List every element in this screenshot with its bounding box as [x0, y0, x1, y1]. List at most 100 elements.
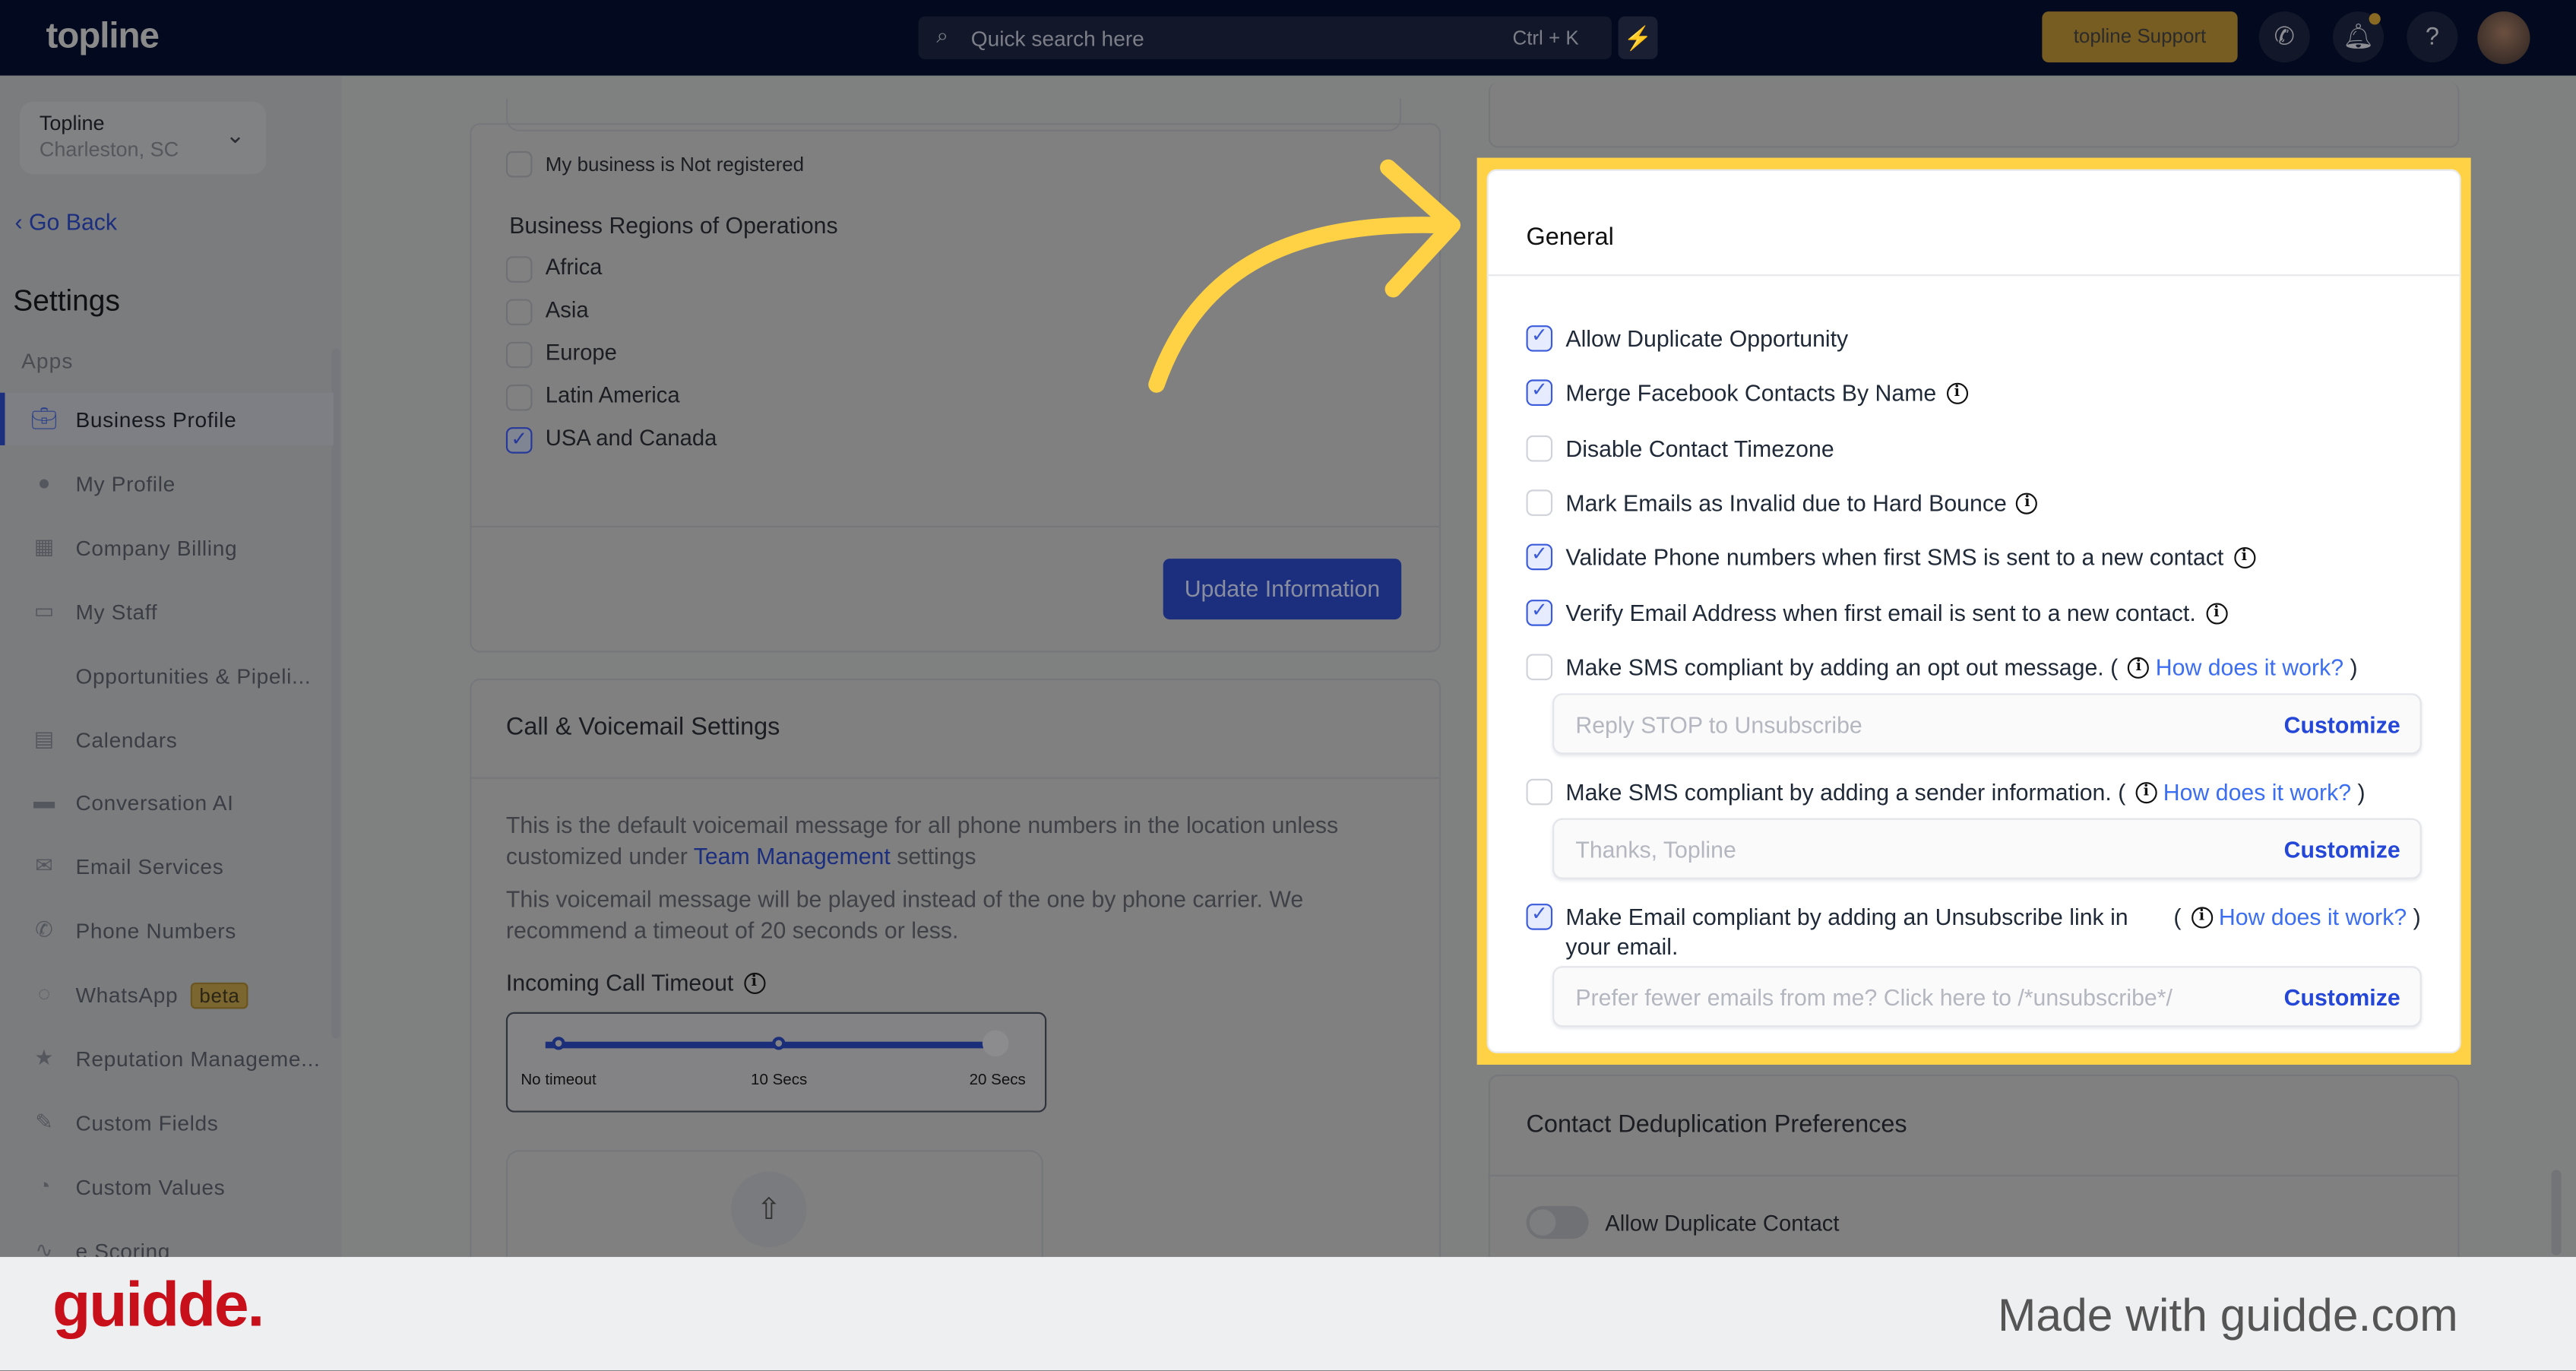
- team-management-link[interactable]: Team Management: [694, 842, 891, 869]
- sidebar-item-label: Calendars: [75, 727, 177, 752]
- region-checkbox[interactable]: [505, 384, 533, 411]
- lightning-icon[interactable]: ⚡: [1618, 16, 1658, 59]
- voicemail-recommendation: This voicemail message will be played in…: [505, 885, 1304, 942]
- info-icon[interactable]: i: [2016, 492, 2038, 515]
- option-label: Mark Emails as Invalid due to Hard Bounc…: [1565, 489, 2007, 516]
- tick-label: 10 Secs: [751, 1071, 808, 1090]
- update-information-button[interactable]: Update Information: [1163, 559, 1402, 620]
- sidebar-item-label: Business Profile: [75, 407, 236, 432]
- info-icon[interactable]: i: [2128, 657, 2150, 679]
- sidebar-item[interactable]: ✆ Phone Numbers: [0, 904, 334, 957]
- info-icon[interactable]: i: [2191, 907, 2213, 929]
- divider: [1488, 1174, 2460, 1176]
- general-card: General Allow Duplicate Opportunity Merg…: [1486, 169, 2461, 1053]
- how-does-it-work-link[interactable]: How does it work?: [2219, 904, 2407, 930]
- customize-button[interactable]: Customize: [2284, 711, 2400, 738]
- sidebar-item-label: Phone Numbers: [75, 919, 236, 943]
- option-label: Make SMS compliant by adding a sender in…: [1565, 778, 2112, 806]
- inbox-icon: ▭: [33, 597, 55, 622]
- phone-icon[interactable]: ✆: [2258, 11, 2310, 63]
- beta-badge: beta: [191, 983, 248, 1009]
- option-checkbox[interactable]: [1526, 654, 1553, 681]
- search-input[interactable]: ⌕ Quick search here Ctrl + K: [918, 16, 1612, 59]
- region-checkbox[interactable]: [505, 299, 533, 326]
- not-registered-checkbox[interactable]: [505, 150, 533, 178]
- sidebar-item[interactable]: Opportunities & Pipeli...: [0, 648, 334, 701]
- label: Opportunities & Pipeli...: [75, 663, 312, 688]
- label: WhatsApp: [75, 983, 179, 1008]
- region-label: USA and Canada: [545, 425, 717, 451]
- sidebar-item[interactable]: 💼︎ Business Profile: [0, 392, 334, 445]
- contact-dedup-card: [1488, 1074, 2460, 1289]
- phone-icon: ✆: [35, 917, 54, 942]
- how-does-it-work-link[interactable]: How does it work?: [2156, 654, 2343, 680]
- option-checkbox[interactable]: [1526, 435, 1553, 462]
- support-button[interactable]: topline Support: [2042, 11, 2238, 63]
- sidebar-item[interactable]: ✎ Custom Fields: [0, 1096, 334, 1148]
- option-label-continued: your email.: [1565, 933, 1679, 960]
- compliance-text-field[interactable]: Reply STOP to Unsubscribe Customize: [1552, 693, 2422, 755]
- sidebar-item[interactable]: ▦ Company Billing: [0, 521, 334, 573]
- sidebar-item[interactable]: ▭ My Staff: [0, 584, 334, 637]
- screen: topline ⌕ Quick search here Ctrl + K ⚡ top…: [0, 0, 2576, 1371]
- allow-duplicate-contact-toggle[interactable]: [1526, 1205, 1589, 1240]
- general-highlight: General Allow Duplicate Opportunity Merg…: [1476, 157, 2471, 1065]
- sidebar-item[interactable]: ● My Profile: [0, 457, 334, 509]
- regions-title: Business Regions of Operations: [509, 211, 838, 239]
- slider-handle[interactable]: [982, 1030, 1009, 1057]
- slider-tick: [552, 1037, 565, 1050]
- option-checkbox[interactable]: [1526, 902, 1553, 930]
- dedup-title: Contact Deduplication Preferences: [1526, 1110, 1907, 1139]
- sidebar-item[interactable]: ★ Reputation Manageme...: [0, 1032, 334, 1084]
- label: Company Billing: [75, 535, 238, 560]
- info-icon[interactable]: i: [2233, 546, 2255, 569]
- chevron-down-icon: ⌄: [225, 121, 245, 148]
- label: Phone Numbers: [75, 918, 236, 944]
- region-checkbox[interactable]: [505, 256, 533, 283]
- compliance-text-field[interactable]: Thanks, Topline Customize: [1552, 818, 2422, 879]
- option-checkbox[interactable]: [1526, 378, 1553, 407]
- search-placeholder: Quick search here: [970, 26, 1144, 52]
- info-icon[interactable]: i: [1946, 382, 1968, 404]
- sidebar-item[interactable]: ◌ WhatsApp beta: [0, 968, 334, 1021]
- label: Calendars: [75, 727, 178, 752]
- logo[interactable]: topline: [46, 14, 160, 57]
- voicemail-description: This is the default voicemail message fo…: [506, 810, 1360, 871]
- timeout-slider[interactable]: No timeout 10 Secs 20 Secs: [505, 1012, 1047, 1113]
- option-checkbox[interactable]: [1526, 598, 1553, 626]
- page-scrollbar[interactable]: [2551, 1170, 2562, 1255]
- customize-button[interactable]: Customize: [2284, 984, 2400, 1011]
- info-icon[interactable]: i: [2205, 603, 2227, 625]
- region-checkbox[interactable]: [505, 341, 533, 369]
- tick-label: 20 Secs: [969, 1071, 1026, 1090]
- slider-tick: [772, 1037, 786, 1050]
- avatar[interactable]: [2477, 11, 2530, 65]
- info-icon[interactable]: i: [743, 972, 765, 995]
- text: Incoming Call Timeout: [505, 969, 734, 996]
- sidebar-item[interactable]: ▤ Calendars: [0, 712, 334, 765]
- pointer-arrow-icon: [1148, 159, 1461, 393]
- info-icon[interactable]: i: [2135, 782, 2157, 804]
- option-checkbox[interactable]: [1526, 324, 1553, 352]
- help-icon[interactable]: ?: [2407, 11, 2458, 63]
- how-does-it-work-link[interactable]: How does it work?: [2163, 779, 2351, 806]
- chat-icon: ▬: [33, 789, 55, 815]
- tick-label: No timeout: [521, 1071, 597, 1090]
- location-name: Topline: [39, 112, 105, 135]
- location-switcher[interactable]: Topline Charleston, SC ⌄: [19, 102, 267, 175]
- made-with-text: Made with guidde.com: [1997, 1290, 2458, 1341]
- section-label: Apps: [21, 348, 74, 373]
- sidebar-item[interactable]: ✉ Email Services: [0, 840, 334, 892]
- sidebar-item[interactable]: ▬ Conversation AI: [0, 776, 334, 828]
- option-checkbox[interactable]: [1526, 542, 1553, 571]
- sidebar-item-label: Custom Fields: [75, 1110, 218, 1135]
- option-checkbox[interactable]: [1526, 778, 1553, 806]
- customize-button[interactable]: Customize: [2284, 836, 2400, 863]
- sidebar-item[interactable]: ◔ Custom Values: [0, 1160, 334, 1212]
- input-field[interactable]: [505, 98, 1402, 131]
- compliance-text-field[interactable]: Prefer fewer emails from me? Click here …: [1552, 966, 2422, 1027]
- go-back-link[interactable]: ‹ Go Back: [14, 209, 117, 236]
- paren: (: [2173, 904, 2182, 930]
- region-checkbox[interactable]: [505, 427, 533, 454]
- option-checkbox[interactable]: [1526, 489, 1553, 516]
